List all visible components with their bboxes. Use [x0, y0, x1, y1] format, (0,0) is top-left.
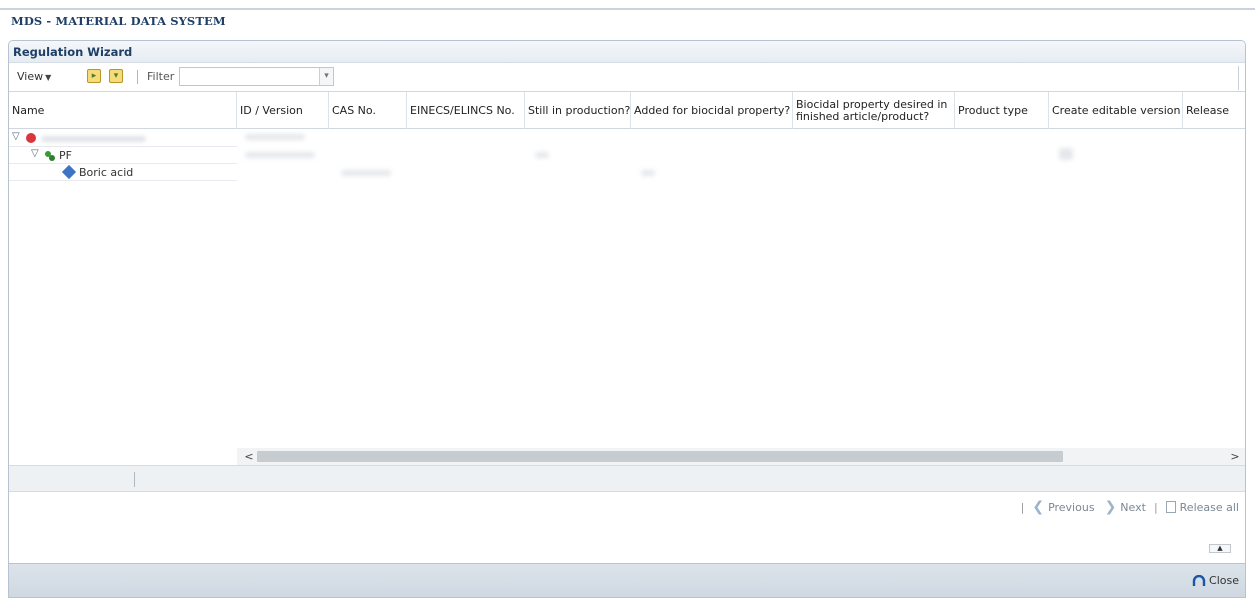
tree-row-boric-acid[interactable]: Boric acid [9, 164, 237, 181]
app-title: MDS - MATERIAL DATA SYSTEM [11, 14, 226, 28]
tree-boric-acid-label: Boric acid [79, 166, 134, 179]
chevron-down-icon: ▼ [45, 73, 52, 82]
chevron-down-icon[interactable]: ▾ [319, 68, 333, 85]
tree-row-root[interactable]: ▽ [9, 130, 237, 147]
column-header-einecs-elincs[interactable]: EINECS/ELINCS No. [407, 92, 525, 129]
close-icon [1192, 574, 1206, 586]
scroll-left-icon[interactable]: < [241, 448, 257, 465]
semi-component-icon-part [49, 155, 55, 161]
status-strip [9, 465, 1245, 492]
redacted-root-name [41, 136, 146, 142]
substance-icon [61, 164, 77, 180]
view-menu-label: View [17, 70, 44, 83]
scroll-right-icon[interactable]: > [1227, 448, 1243, 465]
scrollbar-thumb[interactable] [257, 451, 1063, 462]
close-label: Close [1209, 574, 1239, 587]
column-header-added-biocidal[interactable]: Added for biocidal property? [631, 92, 793, 129]
redacted-checkbox [1059, 148, 1073, 160]
collapse-panel-button[interactable]: ▲ [1209, 544, 1231, 553]
filter-label: Filter [147, 70, 175, 83]
collapse-folder-icon[interactable]: ▾ [109, 69, 123, 83]
structure-tree: ▽ ▽ PF Boric acid [9, 130, 237, 181]
redacted-cell [341, 170, 391, 176]
previous-button[interactable]: ❮ Previous [1032, 499, 1094, 515]
redacted-cell [245, 152, 315, 158]
column-header-id-version[interactable]: ID / Version [237, 92, 329, 129]
chevron-left-icon: ❮ [1032, 499, 1045, 515]
toolbar-edge [1238, 66, 1239, 90]
panel-title: Regulation Wizard [13, 45, 133, 59]
redacted-cell [535, 152, 549, 158]
toolbar-separator [137, 70, 138, 84]
column-header-create-editable[interactable]: Create editable version [1049, 92, 1183, 129]
regulation-wizard-panel: Regulation Wizard View ▼ ▸ ▾ Filter ▾ Nam… [8, 40, 1246, 564]
panel-header: Regulation Wizard [9, 41, 1245, 63]
column-header-biocidal-desired[interactable]: Biocidal property desired in finished ar… [793, 92, 955, 129]
horizontal-scrollbar[interactable]: < > [237, 448, 1245, 465]
redacted-cell [641, 170, 655, 176]
release-all-button[interactable]: Release all [1165, 500, 1239, 514]
next-button[interactable]: ❯ Next [1105, 499, 1146, 515]
tree-row-pf[interactable]: ▽ PF [9, 147, 237, 164]
status-separator [134, 472, 135, 487]
tree-pf-label: PF [59, 149, 72, 162]
wizard-navigation: | ❮ Previous ❯ Next | Release all [1013, 498, 1239, 516]
next-label: Next [1120, 500, 1146, 514]
column-header-cas-no[interactable]: CAS No. [329, 92, 407, 129]
column-header-release[interactable]: Release [1183, 92, 1245, 129]
stop-sign-icon [26, 133, 36, 143]
release-all-label: Release all [1179, 500, 1239, 514]
column-header-still-in-production[interactable]: Still in production? [525, 92, 631, 129]
expand-triangle-icon[interactable]: ▽ [12, 131, 20, 142]
expand-folder-icon[interactable]: ▸ [87, 69, 101, 83]
redacted-cell [245, 134, 305, 140]
top-divider [0, 8, 1255, 10]
column-header-name[interactable]: Name [9, 92, 237, 129]
toolbar: View ▼ ▸ ▾ Filter ▾ [9, 64, 1245, 90]
close-button[interactable]: Close [1192, 574, 1239, 587]
expand-triangle-icon[interactable]: ▽ [31, 148, 39, 159]
nav-separator: | [1020, 500, 1025, 514]
footer-bar: Close [8, 564, 1246, 598]
grid-header: Name ID / Version CAS No. EINECS/ELINCS … [9, 91, 1245, 129]
nav-separator: | [1153, 500, 1158, 514]
filter-dropdown[interactable]: ▾ [179, 67, 334, 86]
document-icon [1165, 501, 1176, 513]
chevron-right-icon: ❯ [1104, 499, 1117, 515]
previous-label: Previous [1048, 500, 1095, 514]
view-menu[interactable]: View ▼ [17, 70, 51, 83]
column-header-product-type[interactable]: Product type [955, 92, 1049, 129]
